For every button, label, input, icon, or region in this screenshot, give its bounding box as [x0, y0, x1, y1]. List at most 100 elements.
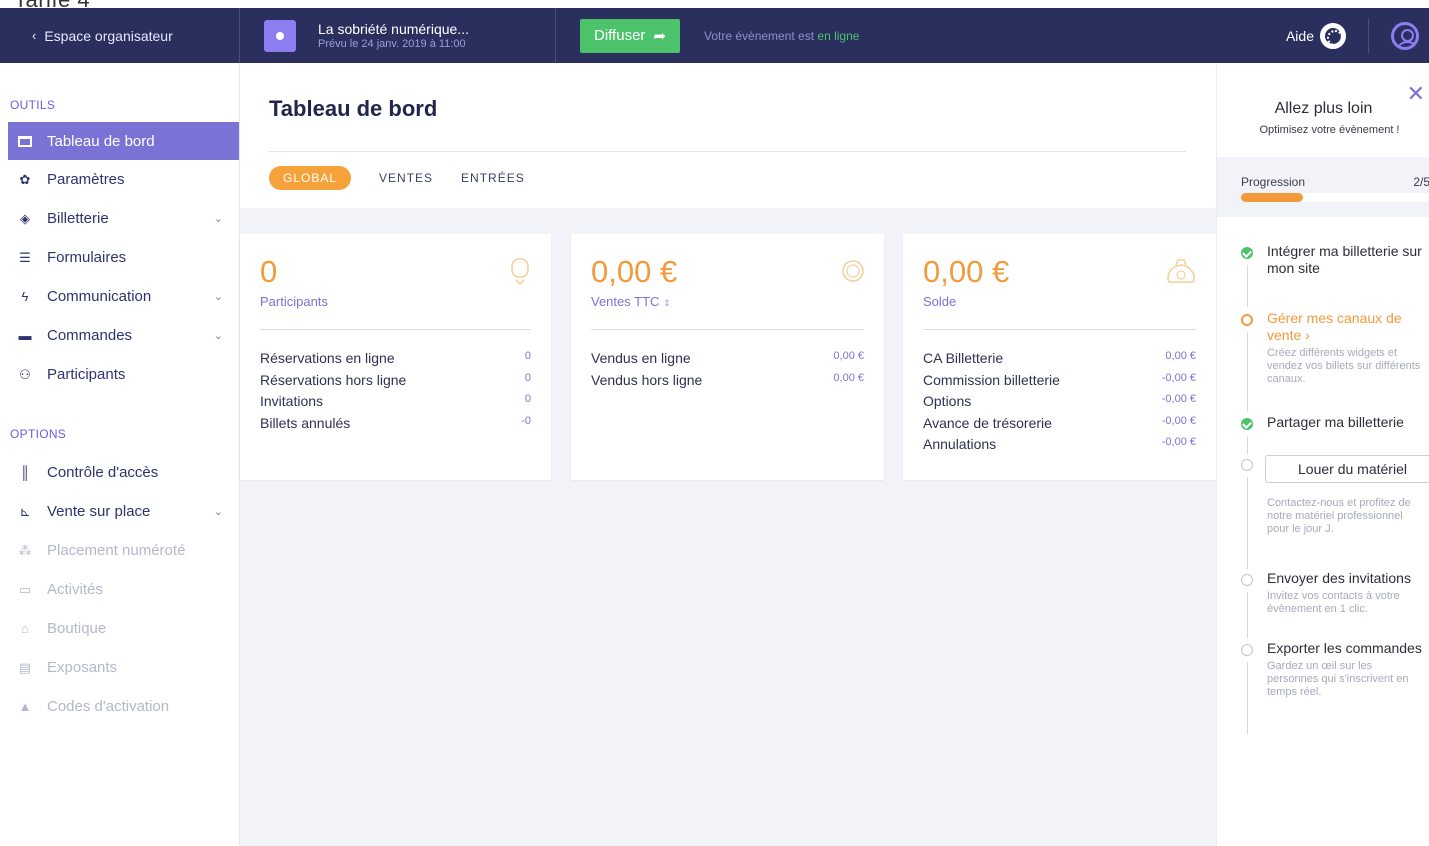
chevron-down-icon: ⌄	[213, 291, 223, 303]
sidebar-item-vente-sur-place[interactable]: ⊾ Vente sur place ⌄	[0, 492, 239, 531]
sidebar-item-label: Paramètres	[47, 171, 125, 188]
balance-total: 0,00 €	[923, 254, 1010, 289]
stat-value: 0,00 €	[833, 350, 864, 362]
stat-label: Vendus en ligne	[591, 350, 691, 366]
step-connector	[1247, 477, 1248, 569]
participants-label: Participants	[260, 294, 328, 309]
medal-icon	[842, 260, 864, 282]
stat-row: Réservations hors ligne 0	[260, 372, 531, 394]
sidebar-item-label: Placement numéroté	[47, 542, 186, 559]
main-content: Tableau de bord GLOBAL VENTES ENTRÉES 0 …	[240, 63, 1216, 846]
panel-subtitle: Optimisez votre évènement !	[1259, 124, 1400, 136]
check-icon	[1241, 418, 1253, 430]
back-label: Espace organisateur	[44, 27, 173, 44]
step-integrate[interactable]: Intégrer ma billetterie sur mon site	[1217, 243, 1429, 310]
step-connector	[1247, 265, 1248, 307]
sidebar-item-participants[interactable]: ⚇ Participants	[0, 355, 239, 394]
stat-label: Invitations	[260, 393, 324, 409]
stat-value: 0,00 €	[1165, 350, 1196, 362]
sidebar-item-label: Tableau de bord	[47, 132, 155, 150]
step-export-orders[interactable]: Exporter les commandes Gardez un œil sur…	[1217, 640, 1429, 736]
top-bar: ‹ Espace organisateur La sobriété numéri…	[0, 8, 1429, 63]
stat-value: -0,00 €	[1161, 371, 1196, 384]
sidebar-item-communication[interactable]: ϟ Communication ⌄	[0, 277, 239, 316]
step-title: Gérer mes canaux de vente ›	[1267, 310, 1402, 343]
step-connector	[1247, 436, 1248, 454]
participants-card: 0 Participants Réservations en ligne 0 Ré…	[240, 234, 551, 480]
step-title: Intégrer ma billetterie sur mon site	[1267, 243, 1422, 276]
sidebar-item-placement-numerote[interactable]: ⁂ Placement numéroté	[0, 531, 239, 570]
stat-value: 0	[524, 371, 531, 384]
sidebar-item-billetterie[interactable]: ◈ Billetterie ⌄	[0, 199, 239, 238]
sidebar-item-parametres[interactable]: ✿ Paramètres	[0, 160, 239, 199]
sidebar-item-boutique[interactable]: ⌂ Boutique	[0, 609, 239, 648]
progress-box: Progression 2/5	[1217, 157, 1429, 217]
ticket-icon: ◈	[20, 210, 30, 226]
diffuser-button[interactable]: Diffuser ➦	[580, 18, 680, 53]
pending-step-icon	[1241, 574, 1253, 586]
sidebar-item-label: Contrôle d'accès	[47, 464, 159, 481]
back-to-organizer-link[interactable]: ‹ Espace organisateur	[0, 8, 240, 63]
user-account-icon[interactable]	[1391, 21, 1419, 50]
tab-global[interactable]: GLOBAL	[269, 166, 352, 190]
sidebar-item-label: Communication	[47, 288, 152, 305]
step-sales-channels[interactable]: Gérer mes canaux de vente › Créez différ…	[1217, 310, 1429, 414]
sidebar-item-exposants[interactable]: ▤ Exposants	[0, 648, 239, 687]
users-icon: ⚇	[19, 366, 31, 382]
progress-fill	[1241, 193, 1304, 202]
preview-eye-button[interactable]	[264, 19, 296, 52]
event-summary: La sobriété numérique... Prévu le 24 jan…	[240, 8, 556, 63]
participant-icon	[511, 258, 529, 286]
sidebar: OUTILS Tableau de bord ✿ Paramètres ◈ Bi…	[0, 63, 240, 846]
step-share[interactable]: Partager ma billetterie	[1217, 414, 1429, 455]
chevron-left-icon: ‹	[32, 28, 37, 43]
stat-label: Réservations hors ligne	[260, 371, 407, 388]
step-invitations[interactable]: Envoyer des invitations Invitez vos cont…	[1217, 570, 1429, 640]
sidebar-item-label: Activités	[47, 581, 103, 598]
credit-card-icon: ▬	[18, 328, 32, 343]
stat-value: -0	[521, 414, 531, 427]
tab-entrees[interactable]: ENTRÉES	[461, 171, 525, 185]
card-divider	[591, 329, 864, 330]
chevron-down-icon: ⌄	[213, 213, 223, 225]
step-connector	[1247, 332, 1248, 412]
progress-track	[1241, 193, 1429, 202]
shop-icon: ⌂	[21, 621, 29, 636]
tab-ventes[interactable]: VENTES	[379, 171, 433, 185]
sales-total: 0,00 €	[591, 254, 678, 289]
step-desc: Contactez-nous et profitez de notre maté…	[1267, 497, 1411, 535]
rent-equipment-button[interactable]: Louer du matériel	[1265, 455, 1429, 483]
pending-step-icon	[1241, 644, 1253, 656]
steps-list: Intégrer ma billetterie sur mon site Gér…	[1217, 243, 1429, 736]
sidebar-item-formulaires[interactable]: ☰ Formulaires	[0, 238, 239, 277]
step-desc: Gardez un œil sur les personnes qui s'in…	[1267, 660, 1409, 698]
progress-count: 2/5	[1413, 175, 1429, 189]
dashboard-icon	[18, 134, 32, 148]
sidebar-item-label: Participants	[47, 366, 126, 383]
step-rent-equipment: Louer du matériel Contactez-nous et prof…	[1217, 455, 1429, 570]
barcode-icon: ║	[20, 465, 30, 480]
current-step-icon	[1241, 314, 1253, 326]
cart-icon: ⊾	[19, 503, 31, 519]
progress-label: Progression	[1241, 175, 1306, 189]
sidebar-item-activites[interactable]: ▭ Activités	[0, 570, 239, 609]
money-bag-icon	[1167, 259, 1195, 283]
sidebar-item-codes-activation[interactable]: ▲ Codes d'activation	[0, 687, 239, 726]
sort-arrows-icon: ⇕	[663, 298, 671, 308]
check-icon	[1241, 247, 1253, 259]
page-title: Tableau de bord	[269, 96, 438, 121]
stat-label: Vendus hors ligne	[591, 371, 703, 388]
step-title: Envoyer des invitations	[1267, 570, 1411, 586]
sitemap-icon: ⁂	[18, 542, 32, 558]
sales-label[interactable]: Ventes TTC ⇕	[591, 294, 671, 309]
sidebar-item-label: Formulaires	[47, 249, 127, 266]
sidebar-item-tableau-de-bord[interactable]: Tableau de bord	[8, 122, 239, 160]
stat-label: CA Billetterie	[923, 350, 1004, 366]
stat-row: Billets annulés -0	[260, 415, 531, 437]
sidebar-item-commandes[interactable]: ▬ Commandes ⌄	[0, 316, 239, 355]
sidebar-item-controle-acces[interactable]: ║ Contrôle d'accès	[0, 453, 239, 492]
stat-label: Réservations en ligne	[260, 350, 395, 366]
go-further-panel: ✕ Allez plus loin Optimisez votre évènem…	[1216, 63, 1429, 846]
help-button[interactable]: Aide	[1286, 18, 1369, 53]
stat-value: 0	[524, 350, 531, 362]
